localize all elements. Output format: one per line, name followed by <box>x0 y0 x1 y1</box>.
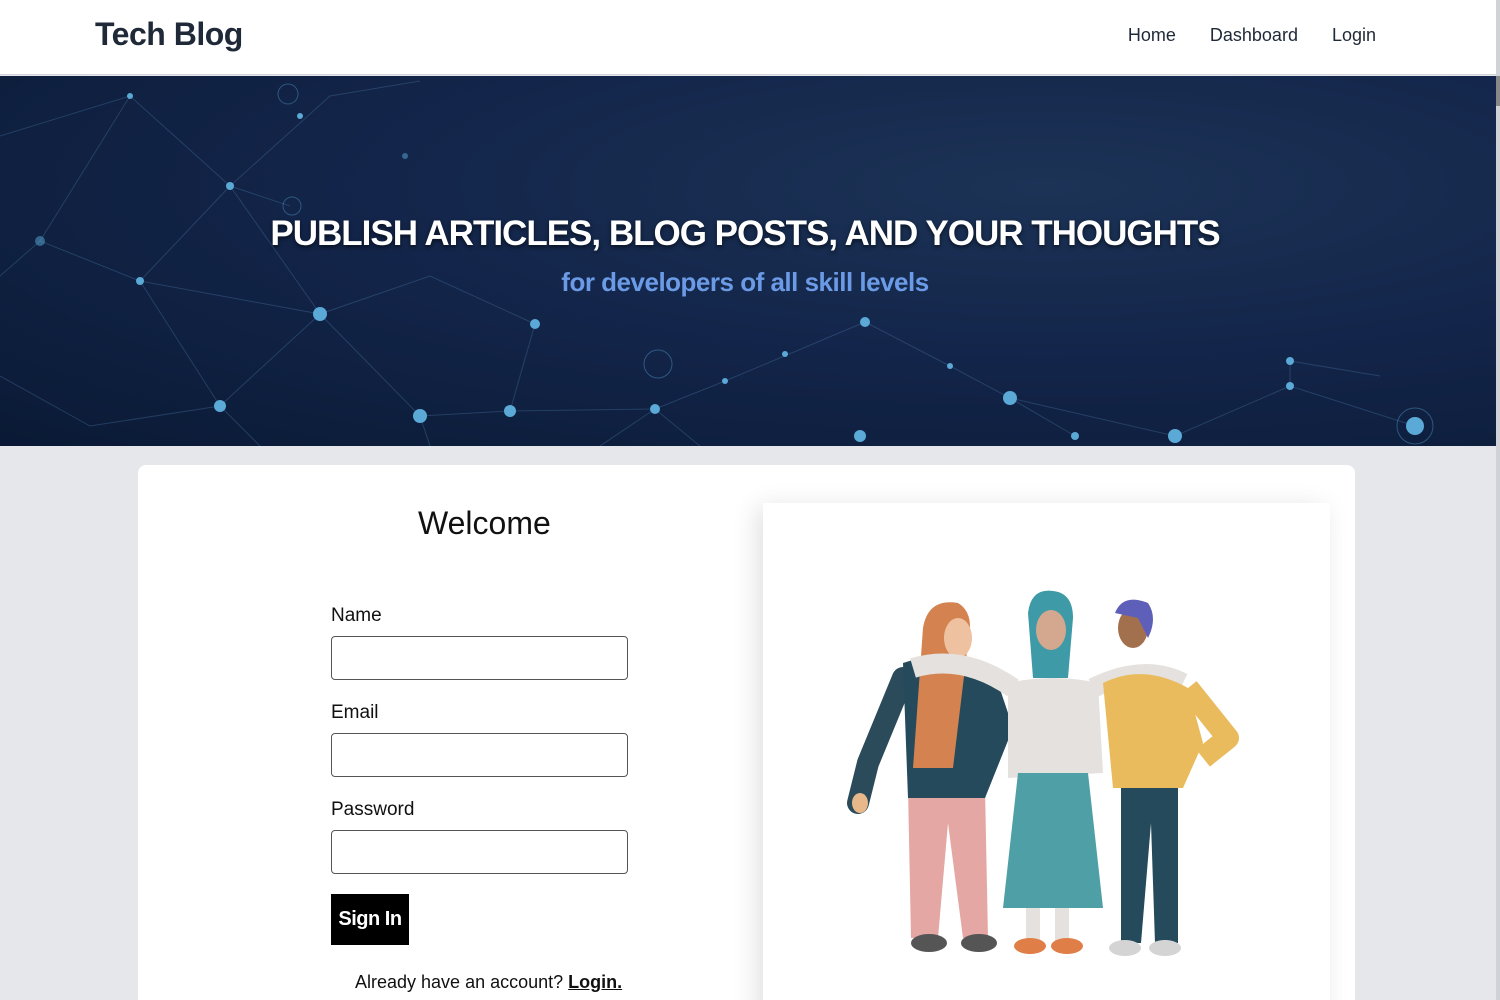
scrollbar-thumb[interactable] <box>1496 76 1500 106</box>
illustration-panel <box>763 503 1330 1000</box>
hero-banner: PUBLISH ARTICLES, BLOG POSTS, AND YOUR T… <box>0 76 1496 446</box>
nav-link-login[interactable]: Login <box>1332 25 1376 46</box>
login-link[interactable]: Login. <box>568 972 622 992</box>
password-label: Password <box>331 799 415 820</box>
signup-card: Welcome Name Email Password Sign In Alre… <box>138 465 1355 1000</box>
nav-link-home[interactable]: Home <box>1128 25 1176 46</box>
signup-form: Name Email Password Sign In <box>331 605 631 945</box>
navbar: Tech Blog Home Dashboard Login <box>0 0 1496 75</box>
person-right <box>1103 599 1239 956</box>
sign-in-button[interactable]: Sign In <box>331 894 409 945</box>
hero-subtitle: for developers of all skill levels <box>561 267 929 297</box>
nav-link-dashboard[interactable]: Dashboard <box>1210 25 1298 46</box>
network-background <box>0 80 1434 446</box>
people-illustration <box>847 590 1239 956</box>
nav-links: Home Dashboard Login <box>1128 25 1376 46</box>
hero-title: PUBLISH ARTICLES, BLOG POSTS, AND YOUR T… <box>270 214 1220 253</box>
email-field[interactable] <box>331 733 628 777</box>
brand-logo[interactable]: Tech Blog <box>95 16 243 53</box>
name-field[interactable] <box>331 636 628 680</box>
scrollbar-track[interactable] <box>1496 0 1500 1000</box>
password-field[interactable] <box>331 830 628 874</box>
name-label: Name <box>331 605 382 626</box>
form-heading: Welcome <box>418 505 551 541</box>
login-prompt: Already have an account? Login. <box>355 972 622 993</box>
email-label: Email <box>331 702 379 723</box>
login-prompt-text: Already have an account? <box>355 972 564 992</box>
